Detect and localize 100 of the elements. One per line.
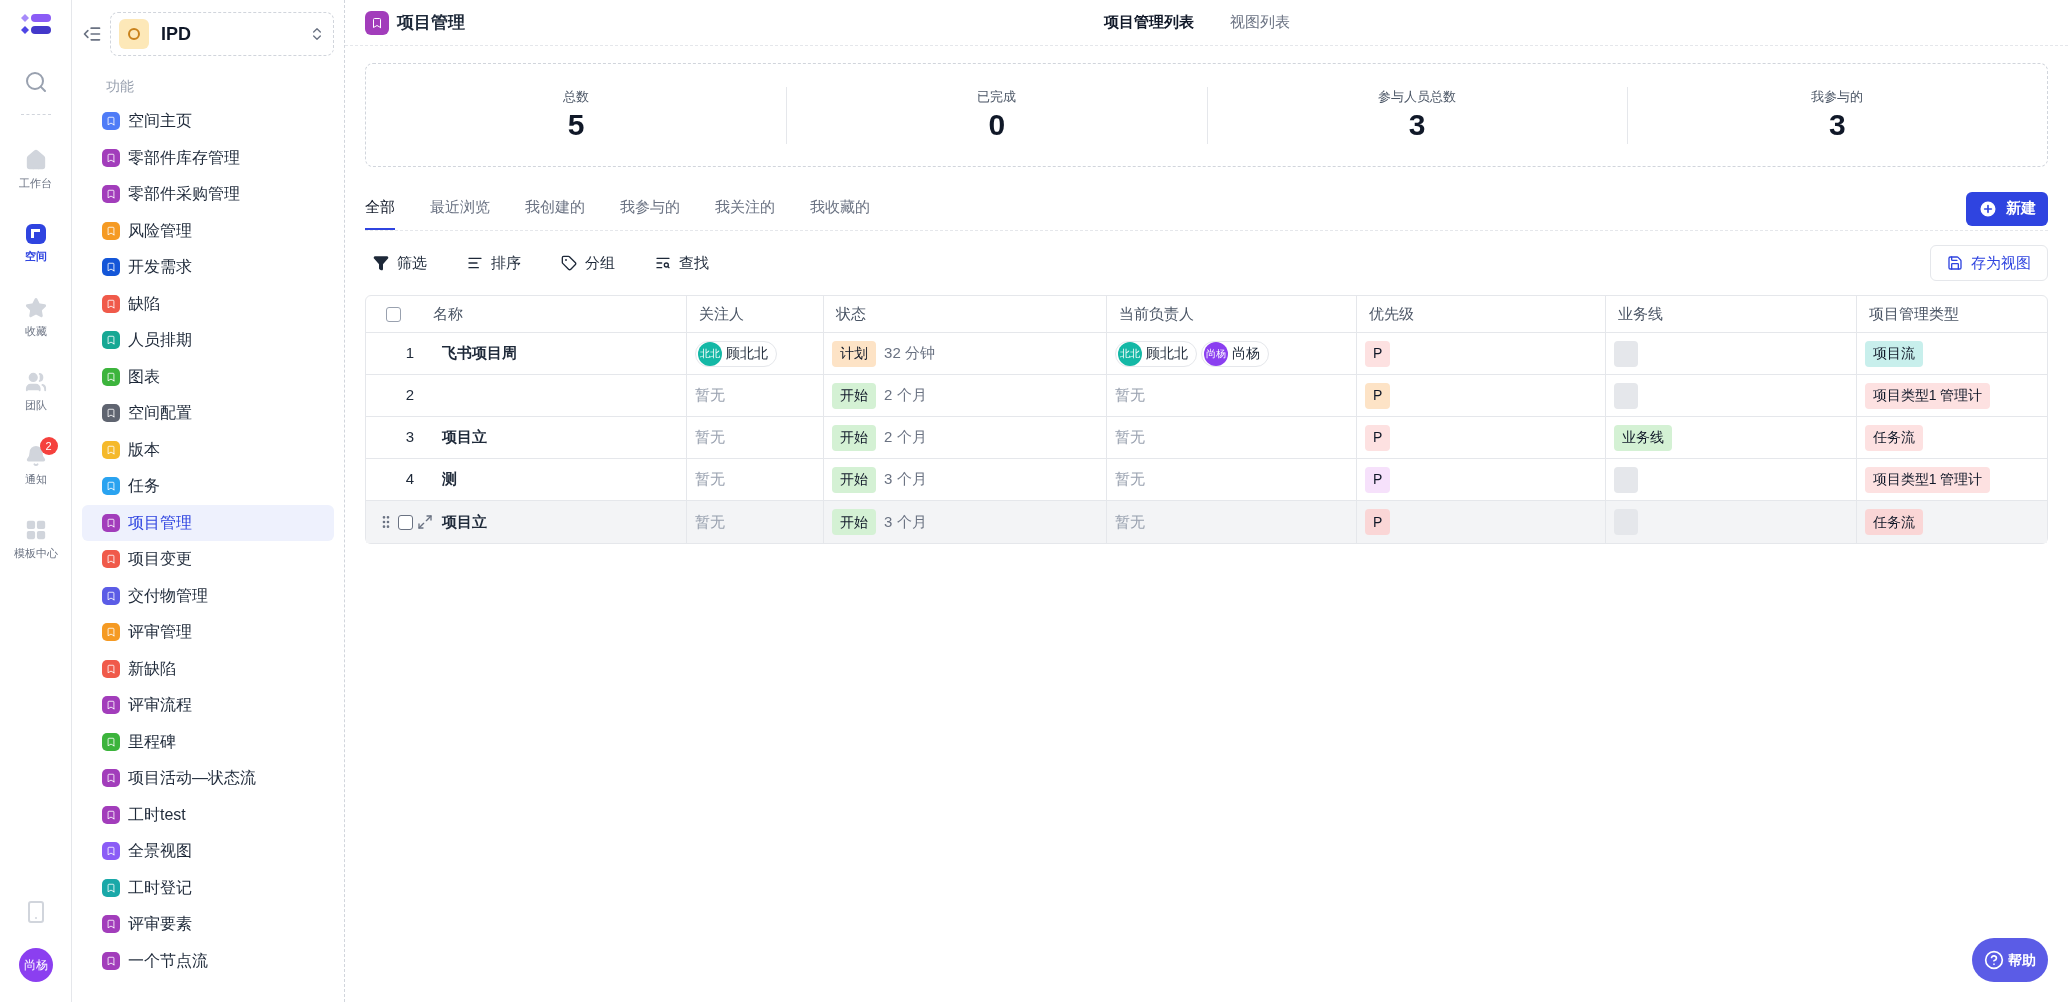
priority-tag: P [1364, 424, 1391, 451]
sidebar-item[interactable]: 图表 [82, 358, 334, 395]
sidebar-item[interactable]: 开发需求 [82, 249, 334, 286]
priority-tag: P [1364, 509, 1391, 535]
page-icon [365, 10, 389, 35]
sidebar-item[interactable]: 工时登记 [82, 869, 334, 906]
sidebar-item[interactable]: 版本 [82, 431, 334, 468]
sidebar-item[interactable]: 新缺陷 [82, 650, 334, 687]
table-cell-text: 3 个月 [884, 511, 927, 532]
table-cell-text: 暂无 [1114, 427, 1145, 448]
funnel-icon [373, 255, 389, 271]
toolbar-button[interactable]: 排序 [459, 251, 529, 275]
column-header[interactable]: 状态 [836, 302, 867, 326]
column-header[interactable]: 名称 [433, 302, 463, 326]
filter-tab[interactable]: 全部 [365, 187, 395, 230]
filter-tab[interactable]: 我创建的 [525, 187, 585, 230]
table-cell-text: 暂无 [694, 511, 725, 532]
filter-tab[interactable]: 我关注的 [715, 187, 775, 230]
priority-tag: P [1364, 466, 1391, 493]
sidebar-item[interactable]: 风险管理 [82, 212, 334, 249]
checkbox[interactable] [386, 306, 401, 322]
sidebar-item[interactable]: 缺陷 [82, 285, 334, 322]
status-tag: 开始 [832, 466, 877, 493]
user-avatar[interactable]: 尚杨 [18, 948, 53, 982]
column-header[interactable]: 关注人 [698, 302, 744, 326]
view-tab[interactable]: 视图列表 [1229, 11, 1290, 34]
type-tag: 任务流 [1864, 509, 1923, 535]
view-tab[interactable]: 项目管理列表 [1103, 11, 1194, 34]
rail-nav-item[interactable]: 空间 [3, 207, 68, 281]
sidebar-item[interactable]: 空间主页 [82, 103, 334, 140]
priority-tag: P [1364, 340, 1391, 367]
table-row[interactable]: 项目立 暂无 开始 3 个月 暂无 P 任务流 [366, 501, 2047, 543]
new-button[interactable]: 新建 [1966, 191, 2048, 226]
sidebar-item[interactable]: 任务 [82, 468, 334, 505]
sidebar-item[interactable]: 全景视图 [82, 833, 334, 870]
column-header[interactable]: 项目管理类型 [1868, 302, 1959, 326]
expand-icon[interactable] [417, 514, 433, 530]
column-header[interactable]: 优先级 [1368, 302, 1414, 326]
sidebar-item[interactable]: 零部件库存管理 [82, 139, 334, 176]
column-header[interactable]: 业务线 [1617, 302, 1663, 326]
stat-value: 3 [1829, 107, 1846, 143]
status-tag: 计划 [832, 340, 877, 367]
table-cell-text: 暂无 [1114, 511, 1145, 532]
column-header[interactable]: 当前负责人 [1118, 302, 1194, 326]
table-cell-text: 3 个月 [884, 469, 927, 490]
table-cell-text: 2 个月 [884, 385, 927, 406]
notification-badge: 2 [39, 437, 58, 455]
rail-nav-item[interactable]: 工作台 [3, 133, 68, 207]
toolbar-button[interactable]: 分组 [553, 251, 623, 275]
sidebar-item[interactable]: 项目活动—状态流 [82, 760, 334, 797]
stat-label: 参与人员总数 [1378, 87, 1457, 106]
toolbar-button[interactable]: 查找 [647, 251, 717, 275]
checkbox[interactable] [398, 514, 413, 530]
tag-icon [561, 255, 577, 271]
sidebar-item[interactable]: 项目变更 [82, 541, 334, 578]
people-icon [24, 370, 47, 393]
sidebar-item[interactable]: 项目管理 [82, 504, 334, 541]
section-label: 功能 [105, 77, 135, 96]
sidebar-item[interactable]: 里程碑 [82, 723, 334, 760]
table-row[interactable]: 2 暂无 开始 2 个月 暂无 P 项目类型1 管理计 [366, 375, 2047, 417]
space-selector[interactable]: IPD [110, 12, 334, 56]
avatar: 尚杨 [1203, 341, 1228, 366]
table-row[interactable]: 1 飞书项目周 北北 顾北北 计划 32 分钟 北北 顾北北 尚杨 尚杨 P 项目流 [366, 333, 2047, 375]
priority-tag: P [1364, 382, 1391, 409]
table-row[interactable]: 3 项目立 暂无 开始 2 个月 暂无 P 业务线 任务流 [366, 417, 2047, 459]
sidebar-item[interactable]: 评审要素 [82, 906, 334, 943]
sidebar-item[interactable]: 评审流程 [82, 687, 334, 724]
toolbar-button[interactable]: 筛选 [365, 251, 435, 275]
filter-tab[interactable]: 我收藏的 [810, 187, 870, 230]
empty-tag [1613, 382, 1638, 409]
plus-icon [1978, 198, 1998, 219]
space-icon [119, 19, 149, 49]
sidebar-item[interactable]: 人员排期 [82, 322, 334, 359]
row-number: 4 [404, 469, 416, 490]
type-tag: 项目类型1 管理计 [1864, 382, 1991, 409]
filter-tab[interactable]: 最近浏览 [430, 187, 490, 230]
collapse-icon[interactable] [82, 24, 102, 44]
type-tag: 任务流 [1864, 424, 1923, 451]
business-line-tag: 业务线 [1613, 424, 1672, 451]
rail-nav-item[interactable]: 团队 [3, 355, 68, 429]
table-cell-text: 暂无 [694, 427, 725, 448]
filter-tab[interactable]: 我参与的 [620, 187, 680, 230]
help-button[interactable]: 帮助 [1972, 938, 2048, 982]
sidebar-item[interactable]: 工时test [82, 796, 334, 833]
sidebar-item[interactable]: 交付物管理 [82, 577, 334, 614]
stat-value: 3 [1408, 107, 1426, 143]
sidebar-item[interactable]: 评审管理 [82, 614, 334, 651]
sidebar-item[interactable]: 零部件采购管理 [82, 176, 334, 213]
lines-icon [467, 255, 483, 271]
house-icon [24, 148, 47, 171]
sidebar-item[interactable]: 空间配置 [82, 395, 334, 432]
sidebar-item[interactable]: 一个节点流 [82, 942, 334, 979]
stat-label: 已完成 [977, 87, 1017, 106]
page-title: 项目管理 [397, 11, 465, 34]
rail-nav-item[interactable]: 通知 2 [3, 429, 68, 503]
table-cell-text: 项目立 [442, 511, 487, 532]
person-name: 顾北北 [1145, 344, 1188, 363]
save-view-button[interactable]: 存为视图 [1930, 245, 2048, 281]
rail-nav-item[interactable]: 模板中心 [3, 503, 68, 577]
rail-nav-item[interactable]: 收藏 [3, 281, 68, 355]
